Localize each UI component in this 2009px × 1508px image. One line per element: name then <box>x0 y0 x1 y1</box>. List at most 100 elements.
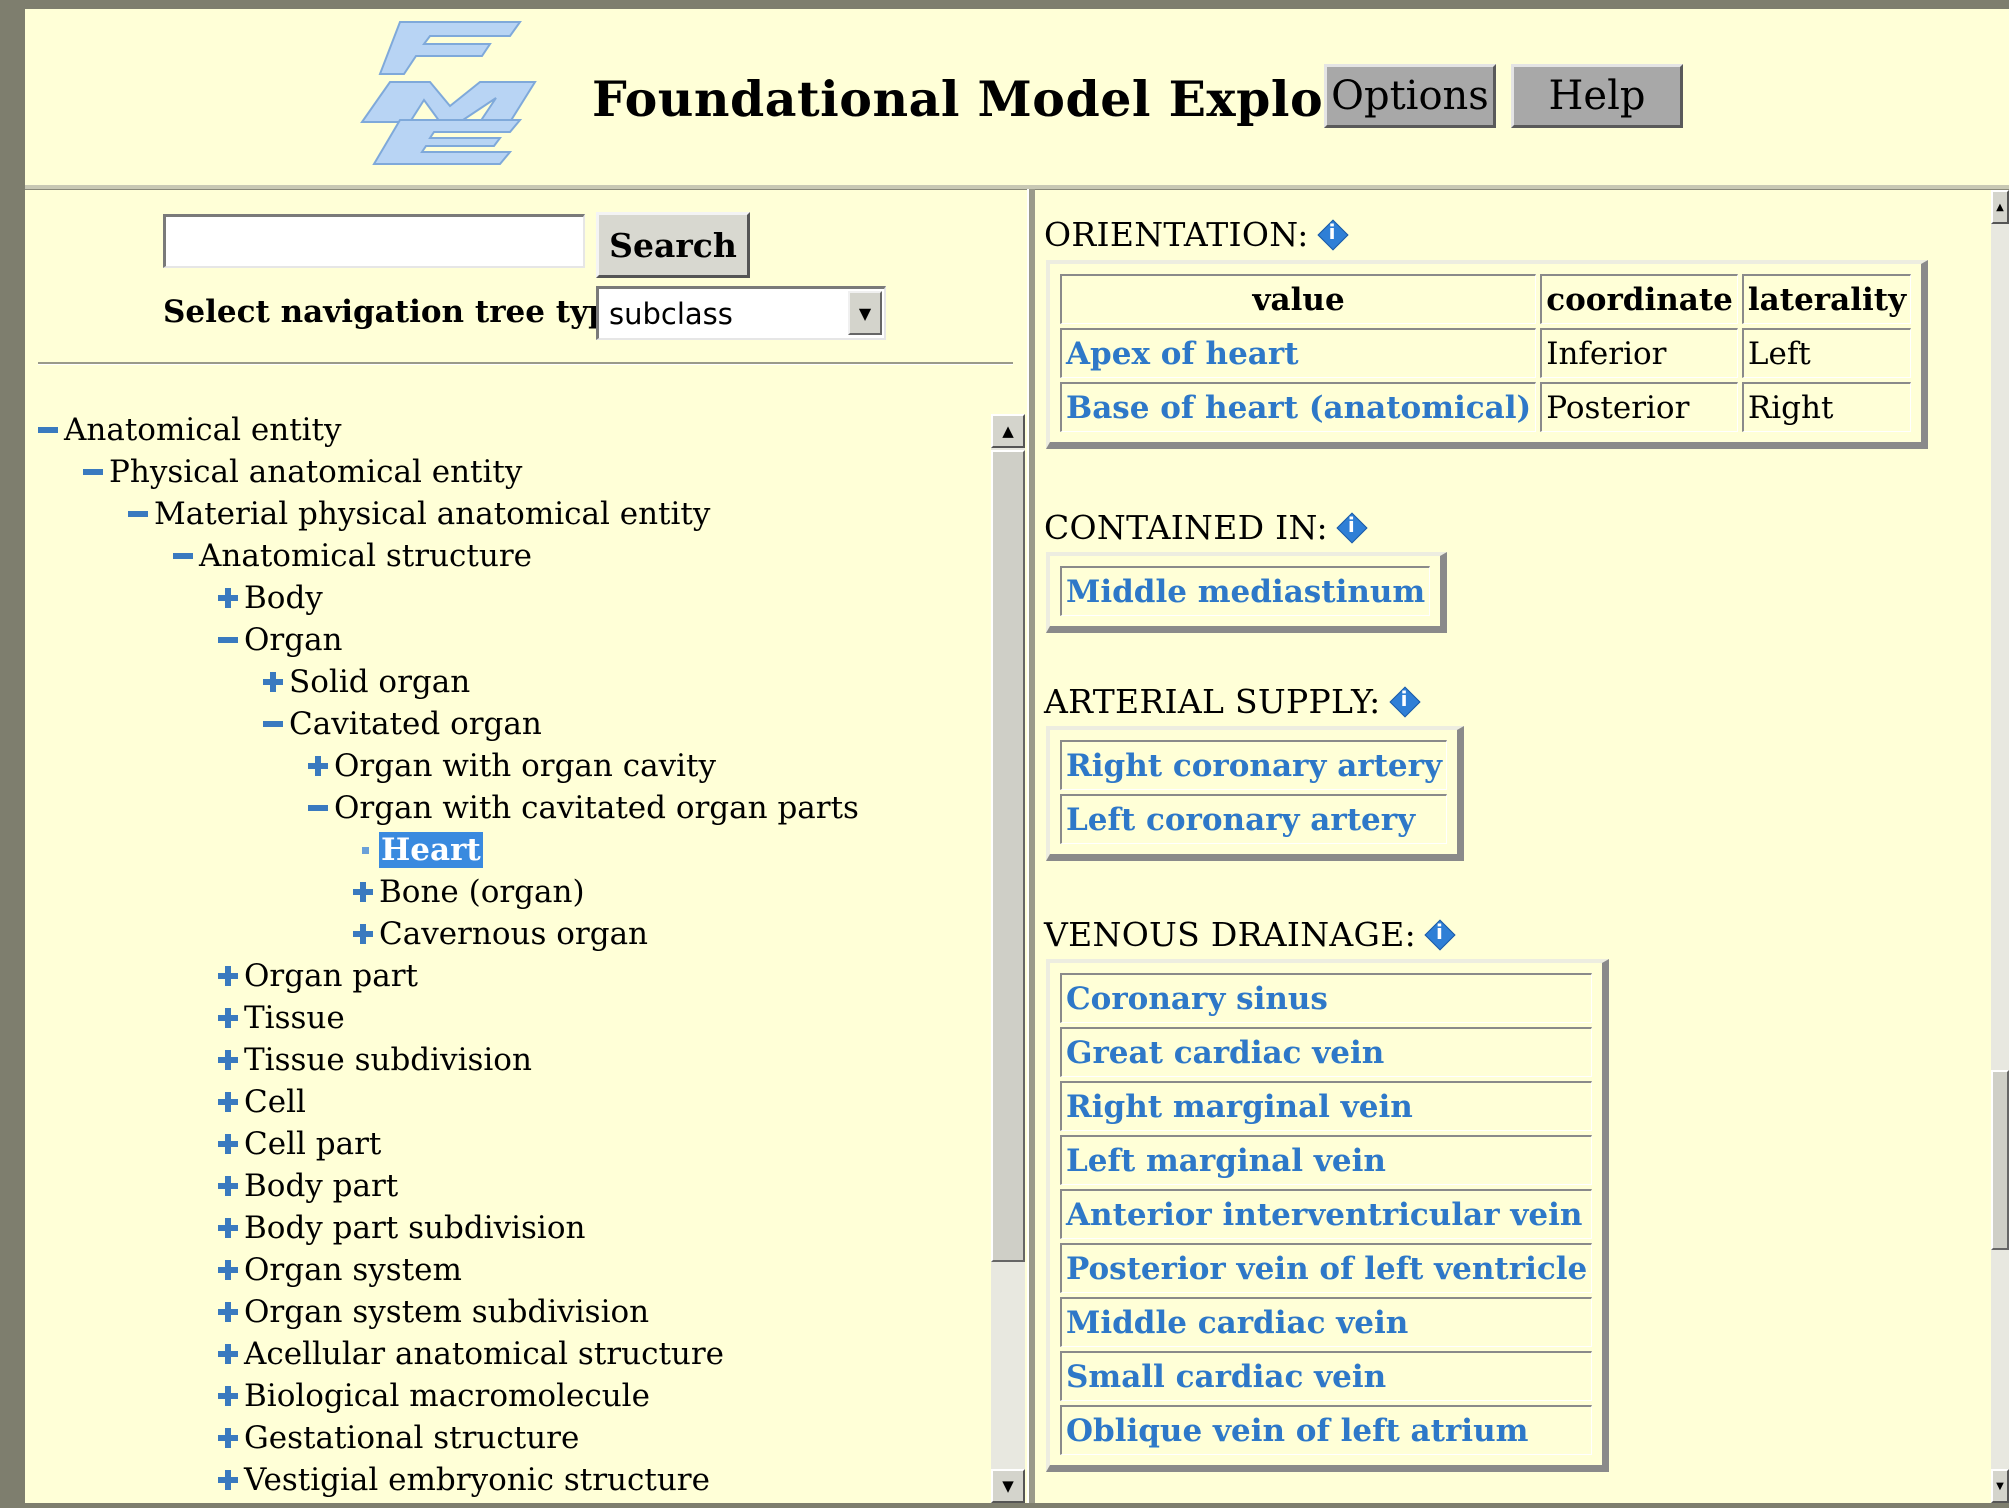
tree-node[interactable]: Vestigial embryonic structure <box>218 1460 710 1500</box>
expand-icon[interactable] <box>218 1133 240 1155</box>
tree-node-selected[interactable]: Heart <box>353 830 483 870</box>
tree-node[interactable]: Physical anatomical entity <box>83 452 522 492</box>
info-icon[interactable] <box>1426 920 1454 949</box>
tree-node-label[interactable]: Physical anatomical entity <box>109 454 522 490</box>
info-icon[interactable] <box>1338 513 1366 542</box>
tree-node-label[interactable]: Organ with cavitated organ parts <box>334 790 859 826</box>
search-button[interactable]: Search <box>596 212 750 278</box>
options-button[interactable]: Options <box>1324 64 1496 128</box>
tree-node-label[interactable]: Organ system subdivision <box>244 1294 649 1330</box>
tree-node[interactable]: Solid organ <box>263 662 470 702</box>
expand-icon[interactable] <box>218 1007 240 1029</box>
tree-node[interactable]: Organ part <box>218 956 418 996</box>
chevron-down-icon[interactable]: ▼ <box>848 291 882 335</box>
tree-node[interactable]: Material physical anatomical entity <box>128 494 710 534</box>
tree-node-label[interactable]: Organ with organ cavity <box>334 748 716 784</box>
artery-link[interactable]: Right coronary artery <box>1060 740 1447 790</box>
expand-icon[interactable] <box>218 1385 240 1407</box>
vein-link[interactable]: Posterior vein of left ventricle <box>1060 1243 1593 1293</box>
vein-link[interactable]: Anterior interventricular vein <box>1060 1189 1593 1239</box>
vein-link[interactable]: Small cardiac vein <box>1060 1351 1593 1401</box>
expand-icon[interactable] <box>218 1427 240 1449</box>
tree-node-label[interactable]: Biological macromolecule <box>244 1378 650 1414</box>
help-button[interactable]: Help <box>1511 64 1683 128</box>
expand-icon[interactable] <box>218 1469 240 1491</box>
tree-node-label[interactable]: Vestigial embryonic structure <box>244 1462 710 1498</box>
scroll-thumb[interactable] <box>991 450 1025 1262</box>
collapse-icon[interactable] <box>128 503 150 525</box>
vein-link[interactable]: Middle cardiac vein <box>1060 1297 1593 1347</box>
tree-node-label-heart[interactable]: Heart <box>379 832 483 868</box>
tree-node-label[interactable]: Material physical anatomical entity <box>154 496 710 532</box>
tree-node-label[interactable]: Body part <box>244 1168 398 1204</box>
tree-node[interactable]: Cavitated organ <box>263 704 542 744</box>
tree-node[interactable]: Anatomical entity <box>38 410 342 450</box>
tree-node-label[interactable]: Cell <box>244 1084 306 1120</box>
tree-node[interactable]: Biological macromolecule <box>218 1376 650 1416</box>
collapse-icon[interactable] <box>83 461 105 483</box>
collapse-icon[interactable] <box>173 545 195 567</box>
scroll-up-icon[interactable]: ▲ <box>1991 190 2009 224</box>
collapse-icon[interactable] <box>308 797 330 819</box>
expand-icon[interactable] <box>218 1217 240 1239</box>
vein-link[interactable]: Right marginal vein <box>1060 1081 1593 1131</box>
tree-node[interactable]: Body <box>218 578 323 618</box>
expand-icon[interactable] <box>218 1301 240 1323</box>
pane-divider[interactable] <box>1027 189 1035 1503</box>
tree-node[interactable]: Body part subdivision <box>218 1208 585 1248</box>
expand-icon[interactable] <box>353 881 375 903</box>
tree-node-label[interactable]: Body part subdivision <box>244 1210 585 1246</box>
tree-node[interactable]: Body part <box>218 1166 398 1206</box>
info-icon[interactable] <box>1391 687 1419 716</box>
orientation-value-link[interactable]: Base of heart (anatomical) <box>1060 382 1537 432</box>
expand-icon[interactable] <box>218 1175 240 1197</box>
tree-node[interactable]: Bone (organ) <box>353 872 585 912</box>
tree-node[interactable]: Tissue <box>218 998 345 1038</box>
tree-node[interactable]: Organ <box>218 620 343 660</box>
scroll-thumb[interactable] <box>1991 1070 2009 1250</box>
expand-icon[interactable] <box>218 1343 240 1365</box>
vein-link[interactable]: Coronary sinus <box>1060 973 1593 1023</box>
tree-node[interactable]: Cell part <box>218 1124 381 1164</box>
details-scrollbar[interactable]: ▲ ▼ <box>1991 190 2009 1503</box>
expand-icon[interactable] <box>353 923 375 945</box>
tree-node[interactable]: Gestational structure <box>218 1418 579 1458</box>
scroll-down-icon[interactable]: ▼ <box>1991 1469 2009 1503</box>
tree-node-label[interactable]: Organ <box>244 622 343 658</box>
tree-node-label[interactable]: Acellular anatomical structure <box>244 1336 724 1372</box>
tree-node[interactable]: Acellular anatomical structure <box>218 1334 724 1374</box>
vein-link[interactable]: Oblique vein of left atrium <box>1060 1405 1593 1455</box>
vein-link[interactable]: Great cardiac vein <box>1060 1027 1593 1077</box>
tree-node[interactable]: Anatomical structure <box>173 536 532 576</box>
tree-node-label[interactable]: Organ part <box>244 958 418 994</box>
tree-node-label[interactable]: Bone (organ) <box>379 874 585 910</box>
expand-icon[interactable] <box>218 1259 240 1281</box>
tree-node[interactable]: Cavernous organ <box>353 914 648 954</box>
contained-in-link[interactable]: Middle mediastinum <box>1060 566 1431 616</box>
info-icon[interactable] <box>1319 220 1347 249</box>
tree-node[interactable]: Organ with cavitated organ parts <box>308 788 859 828</box>
collapse-icon[interactable] <box>263 713 285 735</box>
tree-node-label[interactable]: Cell part <box>244 1126 381 1162</box>
expand-icon[interactable] <box>218 587 240 609</box>
expand-icon[interactable] <box>218 1049 240 1071</box>
scroll-up-icon[interactable]: ▲ <box>991 414 1025 448</box>
scroll-down-icon[interactable]: ▼ <box>991 1469 1025 1503</box>
tree-node-label[interactable]: Anatomical entity <box>64 412 342 448</box>
tree-node[interactable]: Organ system <box>218 1250 462 1290</box>
tree-node[interactable]: Organ with organ cavity <box>308 746 716 786</box>
tree-scrollbar[interactable]: ▲ ▼ <box>991 414 1025 1503</box>
expand-icon[interactable] <box>308 755 330 777</box>
artery-link[interactable]: Left coronary artery <box>1060 794 1447 844</box>
tree-node-label[interactable]: Organ system <box>244 1252 462 1288</box>
tree-node[interactable]: Organ system subdivision <box>218 1292 649 1332</box>
collapse-icon[interactable] <box>218 629 240 651</box>
tree-node[interactable]: Cell <box>218 1082 306 1122</box>
tree-node-label[interactable]: Cavernous organ <box>379 916 648 952</box>
tree-node-label[interactable]: Anatomical structure <box>199 538 532 574</box>
expand-icon[interactable] <box>218 965 240 987</box>
tree-node-label[interactable]: Gestational structure <box>244 1420 579 1456</box>
tree-node[interactable]: Tissue subdivision <box>218 1040 532 1080</box>
tree-node-label[interactable]: Solid organ <box>289 664 470 700</box>
vein-link[interactable]: Left marginal vein <box>1060 1135 1593 1185</box>
